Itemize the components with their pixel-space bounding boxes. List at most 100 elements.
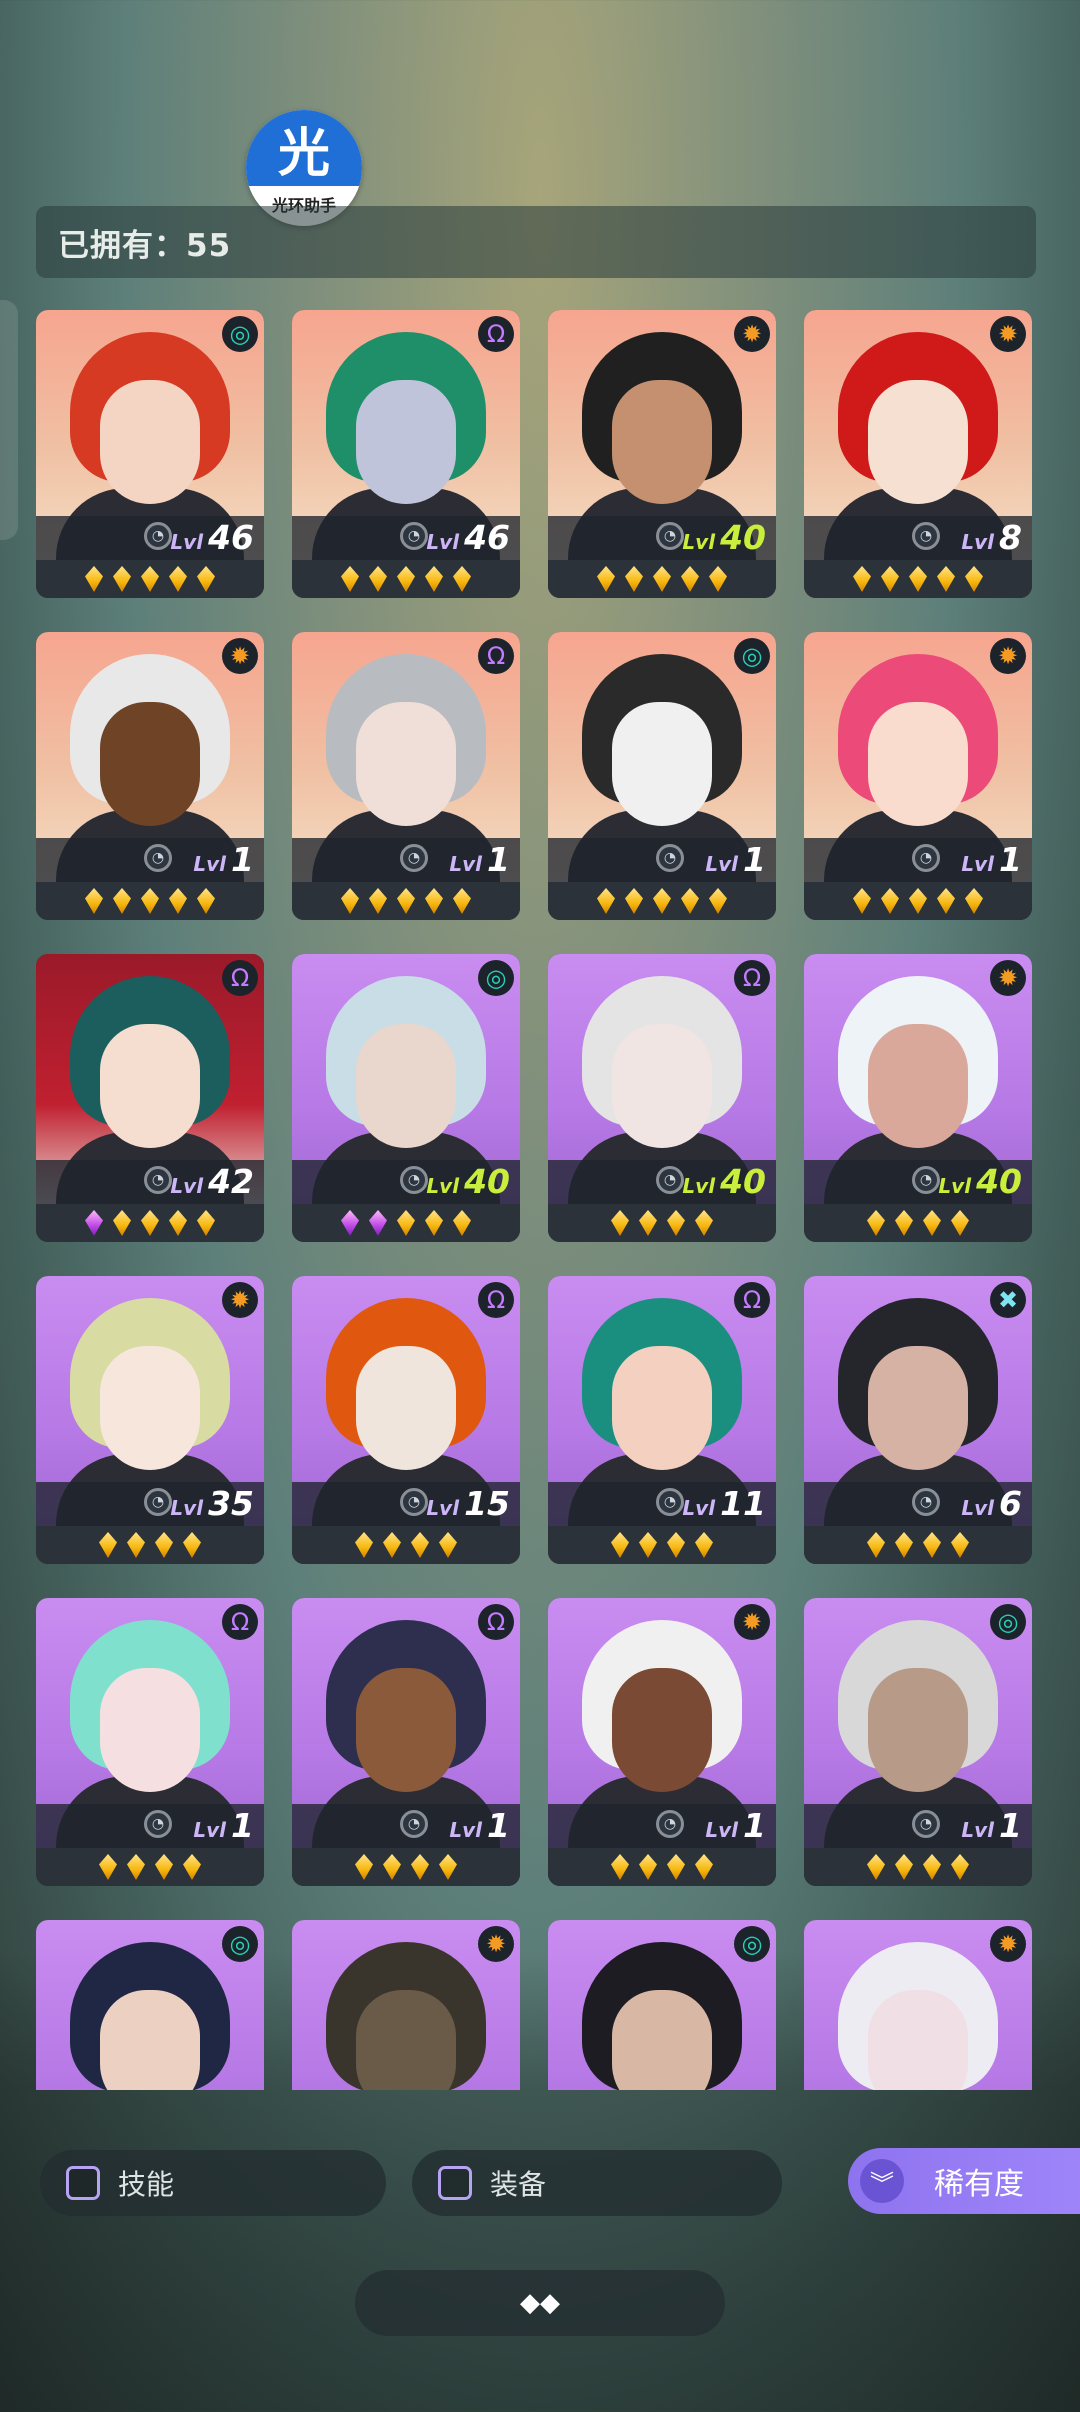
- gold-gem-icon: [611, 1210, 629, 1236]
- hero-face: [100, 1024, 200, 1148]
- level-value: 42: [208, 1162, 254, 1201]
- hero-card[interactable]: ✹ ◔ Lvl 1: [804, 632, 1032, 920]
- hero-face: [612, 1024, 712, 1148]
- gold-gem-icon: [937, 566, 955, 592]
- hero-level: Lvl 40: [938, 1162, 1022, 1201]
- sun-icon: ✹: [990, 316, 1026, 352]
- sun-icon: ✹: [990, 638, 1026, 674]
- gold-gem-icon: [453, 566, 471, 592]
- cross-icon: ✖: [990, 1282, 1026, 1318]
- gold-gem-icon: [169, 888, 187, 914]
- hero-face: [356, 1346, 456, 1470]
- void-icon: Ω: [478, 638, 514, 674]
- gold-gem-icon: [341, 566, 359, 592]
- hero-card[interactable]: Ω ◔ Lvl 42: [36, 954, 264, 1242]
- gold-gem-icon: [113, 1210, 131, 1236]
- hero-card[interactable]: ✹ ◔ Lvl 8: [804, 310, 1032, 598]
- gold-gem-icon: [397, 888, 415, 914]
- level-value: 40: [720, 518, 766, 557]
- void-icon: Ω: [478, 1604, 514, 1640]
- gold-gem-icon: [923, 1854, 941, 1880]
- hero-card[interactable]: ◎ ◔ Lvl 1: [548, 632, 776, 920]
- hero-card[interactable]: ✹ ◔ Lvl 40: [804, 954, 1032, 1242]
- hero-card[interactable]: Ω ◔ Lvl 46: [292, 310, 520, 598]
- hero-level: Lvl 40: [426, 1162, 510, 1201]
- level-prefix: Lvl: [938, 1174, 972, 1198]
- hero-level: Lvl 1: [193, 840, 254, 879]
- hero-card[interactable]: ✖ ◔ Lvl 6: [804, 1276, 1032, 1564]
- equipment-slot-icon: ◔: [912, 1488, 940, 1516]
- hero-face: [612, 1990, 712, 2090]
- gold-gem-icon: [183, 1854, 201, 1880]
- void-icon: Ω: [734, 960, 770, 996]
- purple-gem-icon: [369, 1210, 387, 1236]
- hero-card[interactable]: ◎: [548, 1920, 776, 2090]
- gold-gem-icon: [183, 1532, 201, 1558]
- hero-card[interactable]: ✹ ◔ Lvl 35: [36, 1276, 264, 1564]
- hero-card[interactable]: ✹ ◔ Lvl 40: [548, 310, 776, 598]
- hero-card[interactable]: ◎: [36, 1920, 264, 2090]
- gold-gem-icon: [155, 1532, 173, 1558]
- equip-checkbox[interactable]: [438, 2166, 472, 2200]
- hero-face: [868, 1668, 968, 1792]
- equip-filter-label: 装备: [490, 2168, 547, 2201]
- level-prefix: Lvl: [426, 1174, 460, 1198]
- gold-gem-icon: [597, 566, 615, 592]
- skill-filter[interactable]: 技能: [40, 2150, 386, 2216]
- gold-gem-icon: [709, 888, 727, 914]
- sun-icon: ✹: [222, 1282, 258, 1318]
- void-icon: Ω: [734, 1282, 770, 1318]
- gold-gem-icon: [453, 888, 471, 914]
- rarity-gems: [36, 560, 264, 598]
- hero-level: Lvl 1: [961, 1806, 1022, 1845]
- void-icon: Ω: [478, 316, 514, 352]
- hero-card[interactable]: ✹: [804, 1920, 1032, 2090]
- sun-icon: ✹: [734, 1604, 770, 1640]
- equipment-slot-icon: ◔: [656, 522, 684, 550]
- hero-card[interactable]: Ω ◔ Lvl 11: [548, 1276, 776, 1564]
- rarity-gems: [804, 1526, 1032, 1564]
- gold-gem-icon: [85, 888, 103, 914]
- equipment-slot-icon: ◔: [912, 844, 940, 872]
- gold-gem-icon: [397, 1210, 415, 1236]
- hero-card[interactable]: ◎ ◔ Lvl 46: [36, 310, 264, 598]
- rarity-gems: [548, 882, 776, 920]
- equipment-slot-icon: ◔: [144, 844, 172, 872]
- hero-level: Lvl 6: [961, 1484, 1022, 1523]
- hero-card[interactable]: Ω ◔ Lvl 1: [292, 632, 520, 920]
- gold-gem-icon: [113, 888, 131, 914]
- gold-gem-icon: [197, 566, 215, 592]
- hero-card[interactable]: ✹ ◔ Lvl 1: [36, 632, 264, 920]
- hero-card[interactable]: ✹: [292, 1920, 520, 2090]
- gold-gem-icon: [895, 1210, 913, 1236]
- level-value: 1: [231, 1806, 254, 1845]
- hero-level: Lvl 1: [705, 1806, 766, 1845]
- hero-card[interactable]: Ω ◔ Lvl 15: [292, 1276, 520, 1564]
- bottom-menu-button[interactable]: ◆◆: [355, 2270, 725, 2336]
- level-prefix: Lvl: [705, 1818, 739, 1842]
- hero-card[interactable]: ◎ ◔ Lvl 40: [292, 954, 520, 1242]
- rarity-gems: [804, 560, 1032, 598]
- equipment-slot-icon: ◔: [144, 1488, 172, 1516]
- equipment-slot-icon: ◔: [400, 1488, 428, 1516]
- equip-filter[interactable]: 装备: [412, 2150, 782, 2216]
- gold-gem-icon: [411, 1532, 429, 1558]
- hero-card[interactable]: Ω ◔ Lvl 1: [292, 1598, 520, 1886]
- level-prefix: Lvl: [449, 1818, 483, 1842]
- rarity-gems: [292, 1848, 520, 1886]
- equipment-slot-icon: ◔: [912, 1810, 940, 1838]
- skill-checkbox[interactable]: [66, 2166, 100, 2200]
- hero-card[interactable]: ◎ ◔ Lvl 1: [804, 1598, 1032, 1886]
- rarity-gems: [292, 882, 520, 920]
- rarity-sort-button[interactable]: ︾ 稀有度: [848, 2148, 1080, 2214]
- gold-gem-icon: [127, 1532, 145, 1558]
- hero-card[interactable]: Ω ◔ Lvl 1: [36, 1598, 264, 1886]
- hero-card[interactable]: Ω ◔ Lvl 40: [548, 954, 776, 1242]
- gold-gem-icon: [681, 566, 699, 592]
- hero-card[interactable]: ✹ ◔ Lvl 1: [548, 1598, 776, 1886]
- level-value: 40: [720, 1162, 766, 1201]
- level-value: 35: [208, 1484, 254, 1523]
- gold-gem-icon: [695, 1854, 713, 1880]
- level-prefix: Lvl: [426, 530, 460, 554]
- hero-face: [612, 1668, 712, 1792]
